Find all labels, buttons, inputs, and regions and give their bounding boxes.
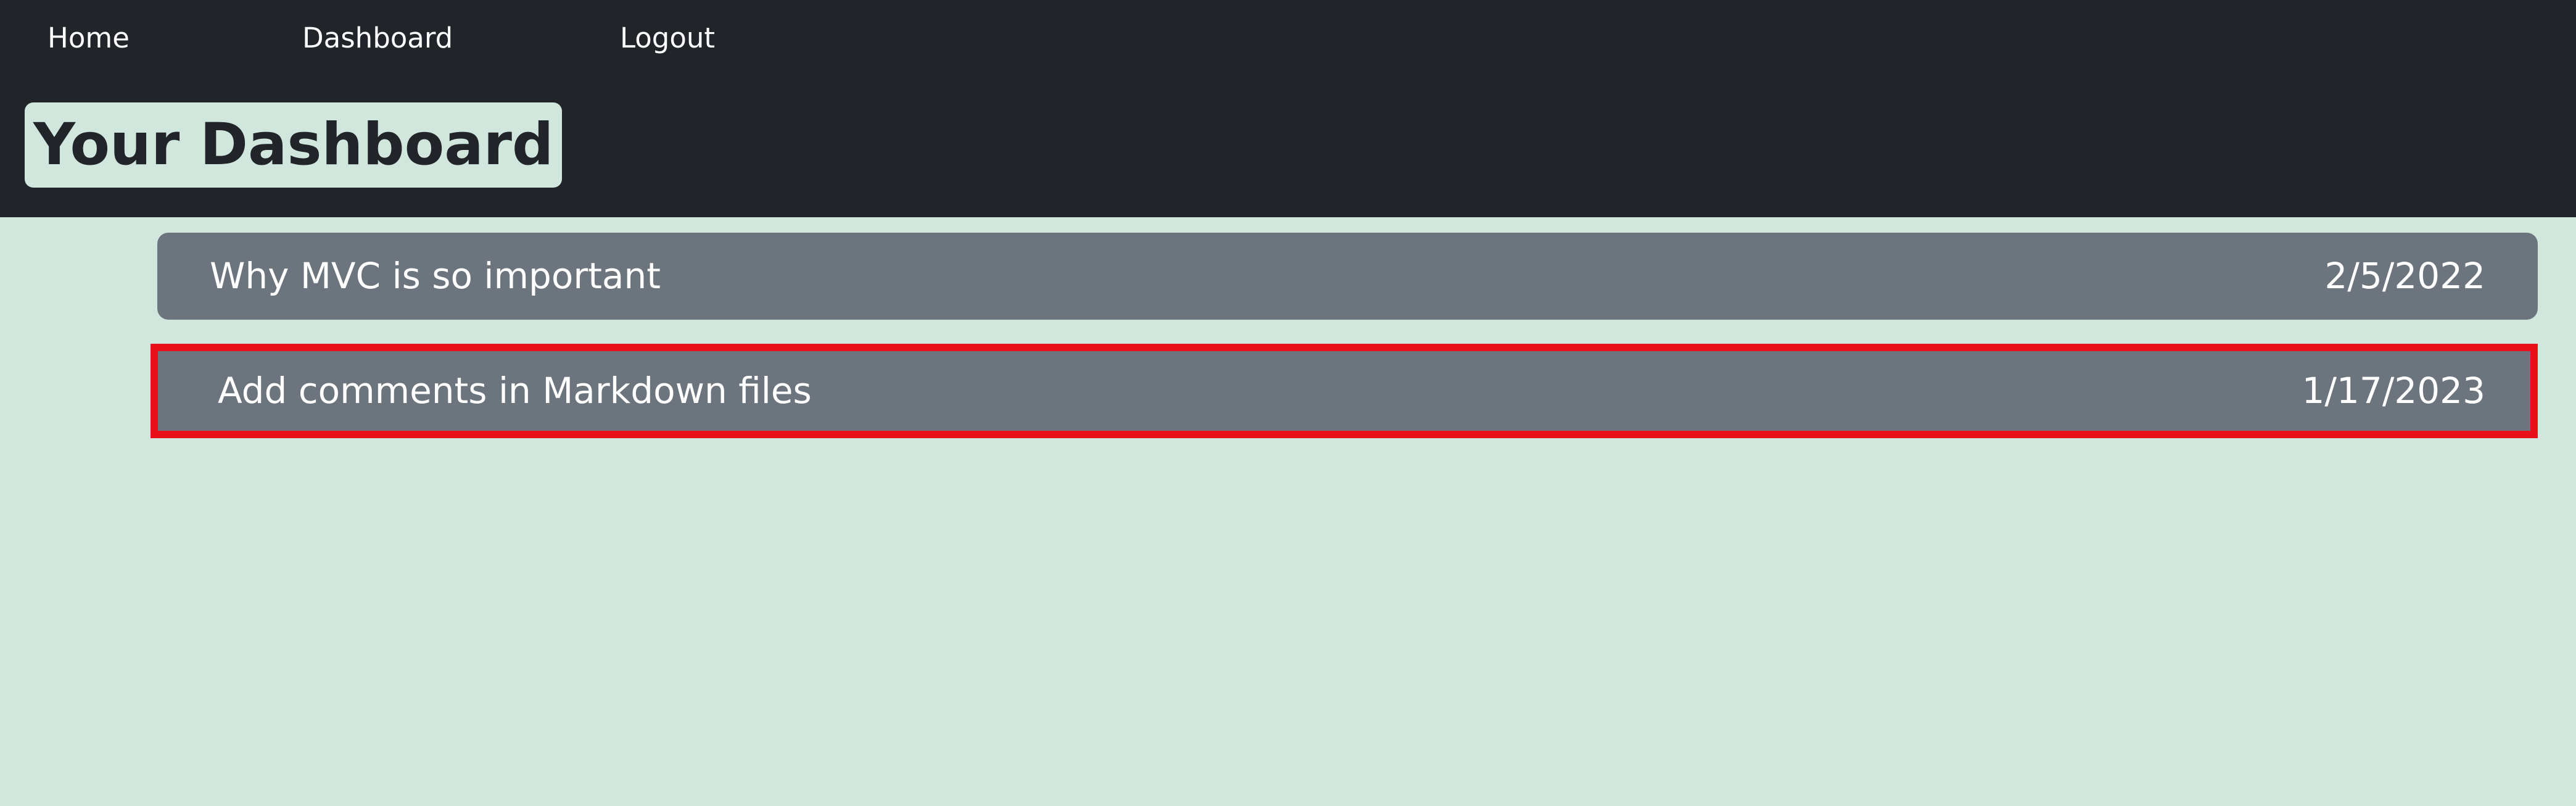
post-title: Why MVC is so important [210,255,661,297]
nav-dashboard-link[interactable]: Dashboard [302,20,453,57]
site-header: Home Dashboard Logout Your Dashboard [0,0,2576,217]
nav-logout-link[interactable]: Logout [620,20,715,57]
post-date: 1/17/2023 [2301,370,2485,412]
page-title: Your Dashboard [25,102,563,188]
post-date: 2/5/2022 [2324,255,2486,297]
post-row-highlighted[interactable]: Add comments in Markdown files 1/17/2023 [151,344,2538,438]
post-row[interactable]: Why MVC is so important 2/5/2022 [157,233,2538,320]
post-title: Add comments in Markdown files [218,370,812,412]
nav-home-link[interactable]: Home [47,20,130,57]
